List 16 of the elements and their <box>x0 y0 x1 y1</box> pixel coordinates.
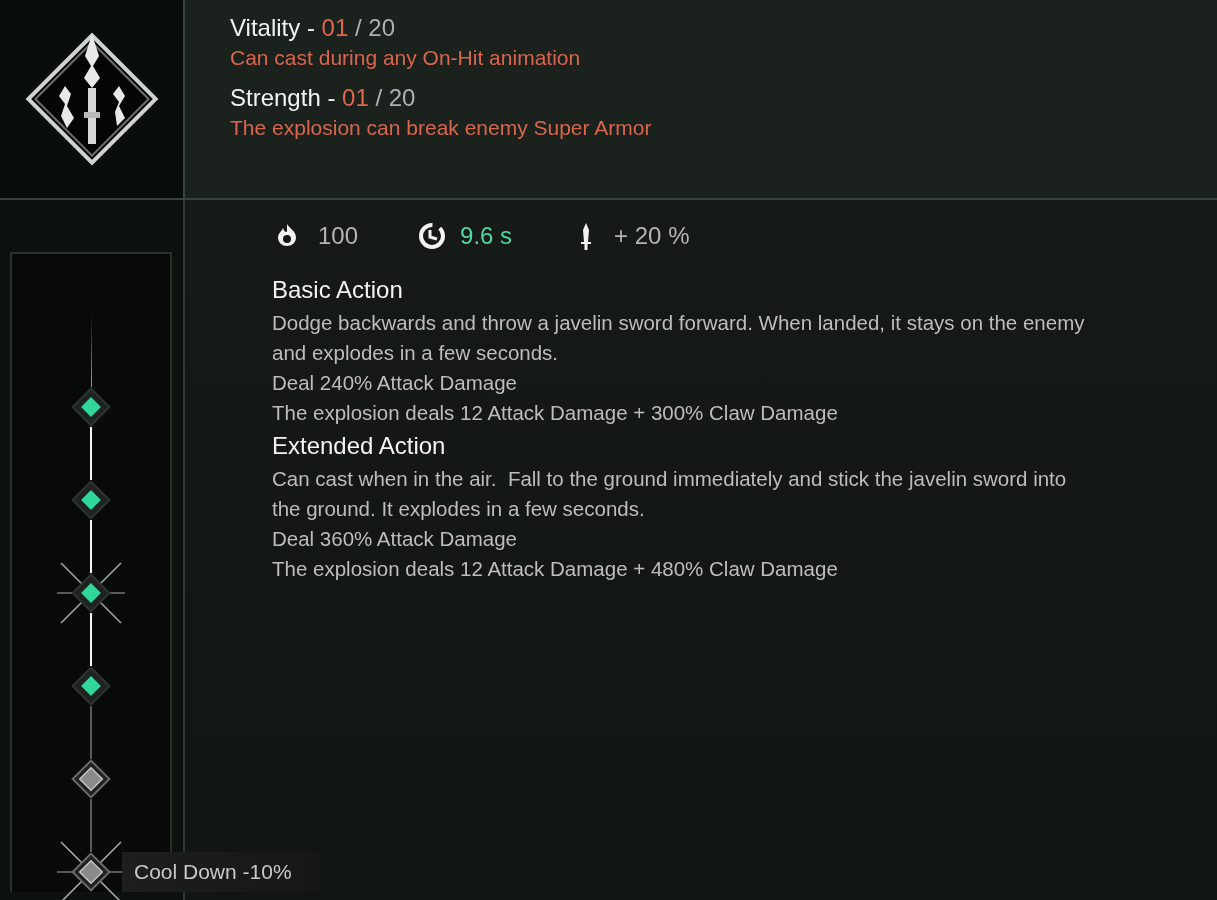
section-heading: Basic Action <box>272 276 404 304</box>
stat-value: 100 <box>318 222 359 250</box>
section-heading: Extended Action <box>272 432 447 460</box>
attribute-effect: Can cast during any On-Hit animation <box>230 46 582 70</box>
stat-value: + 20 % <box>614 222 690 250</box>
attribute-level: Strength - 01 / 20 <box>230 84 417 112</box>
description-text: Deal 360% Attack Damage <box>272 526 518 552</box>
clock-icon <box>418 222 447 250</box>
description-text: The explosion deals 12 Attack Damage + 480% Claw Damage <box>272 556 839 582</box>
description-text: Deal 240% Attack Damage <box>272 370 518 396</box>
stat-value: 9.6 s <box>460 222 513 250</box>
attribute-level: Vitality - 01 / 20 <box>230 14 396 42</box>
description-text: The explosion deals 12 Attack Damage + 300% Claw Damage <box>272 400 839 426</box>
attribute-effect: The explosion can break enemy Super Armor <box>230 116 653 140</box>
description-text: Dodge backwards and throw a javelin sword forward. When landed, it stays on the enemy and explodes in a few seconds. <box>272 310 1086 366</box>
description-text: Can cast when in the air. Fall to the ground immediately and stick the javelin sword into the ground. It explodes in a few seconds. <box>272 466 1068 522</box>
